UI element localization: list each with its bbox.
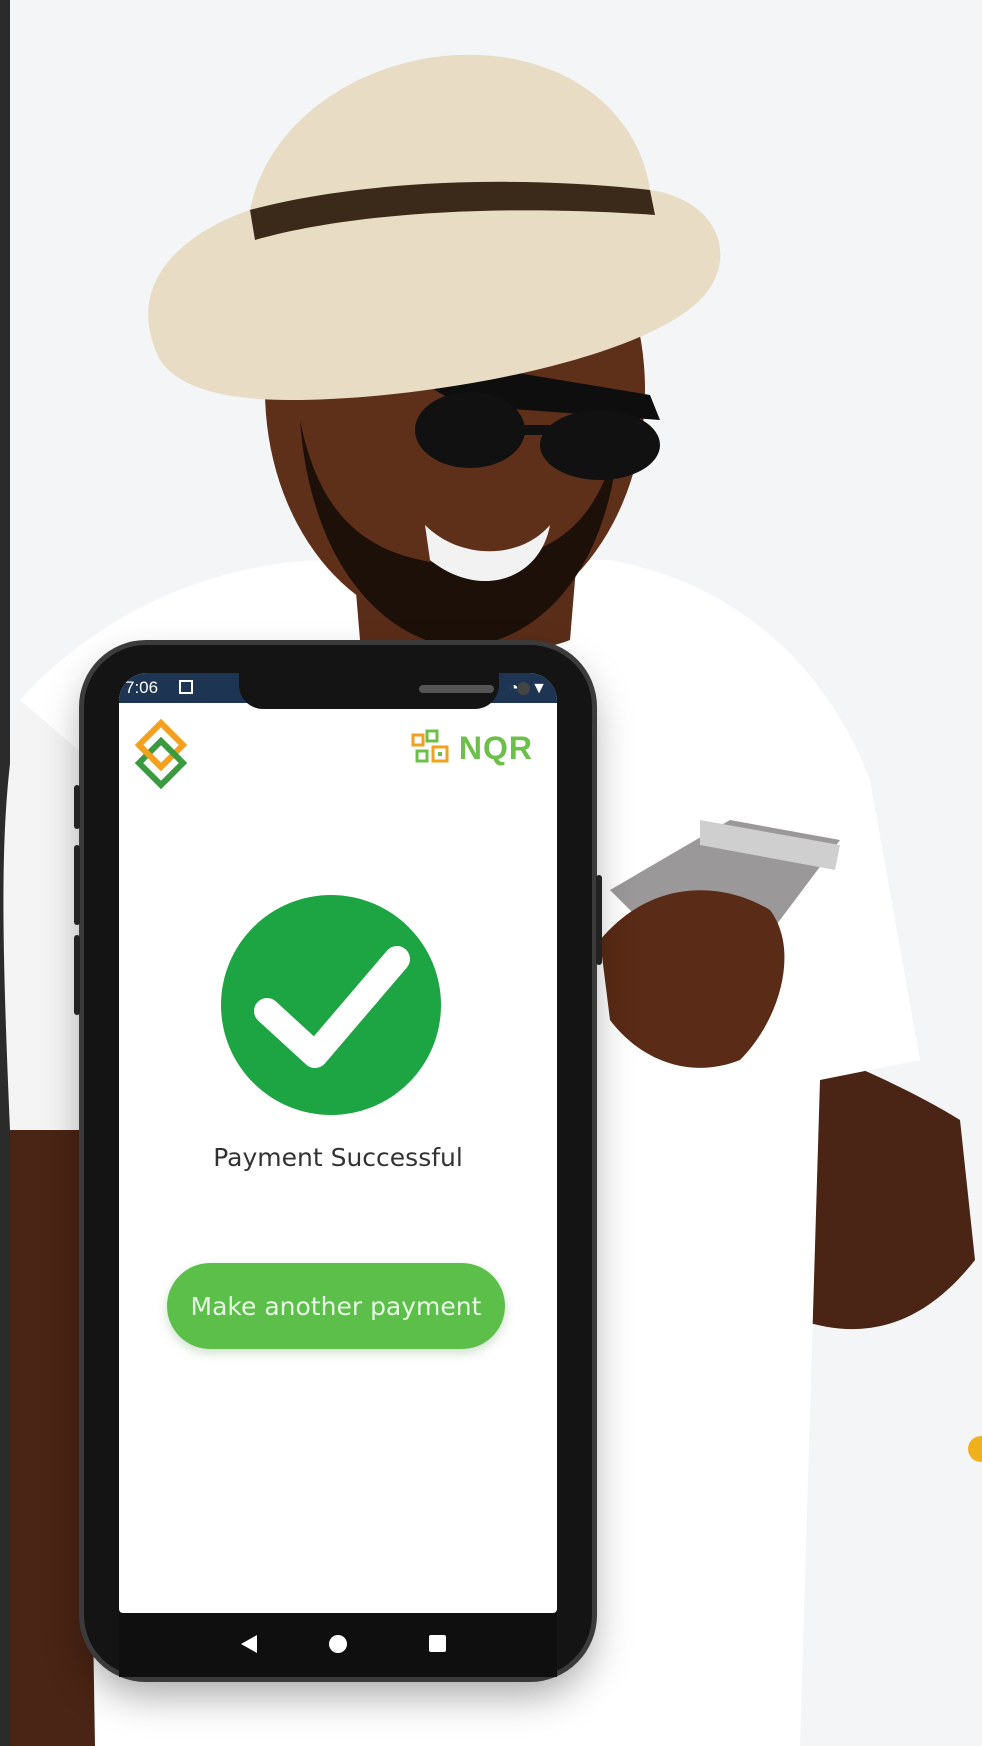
home-circle-icon[interactable] [329, 1635, 347, 1653]
nqr-logo: NQR [411, 728, 533, 768]
back-triangle-icon[interactable] [241, 1635, 257, 1653]
phone-mockup: 7:06 ⏰ ◔ ▼ NQR Payment Successful Make a… [74, 645, 602, 1677]
check-circle-icon [221, 895, 441, 1115]
phone-notch [239, 673, 530, 709]
nqr-qr-icon [411, 729, 449, 763]
status-time: 7:06 [125, 678, 159, 697]
volume-up-button [74, 785, 80, 829]
volume-down-button [74, 845, 80, 925]
phone-screen: 7:06 ⏰ ◔ ▼ NQR Payment Successful Make a… [119, 673, 557, 1613]
android-nav-bar [119, 1613, 557, 1677]
front-camera [517, 682, 530, 695]
interlocking-diamond-logo-icon [134, 719, 188, 789]
speaker-grille [419, 685, 494, 693]
make-another-payment-button[interactable]: Make another payment [167, 1263, 505, 1349]
recents-square-icon[interactable] [429, 1635, 446, 1652]
side-button [74, 935, 80, 1015]
notification-icon [179, 680, 193, 694]
success-message: Payment Successful [213, 1143, 463, 1172]
power-button [596, 875, 602, 965]
nqr-label: NQR [458, 729, 533, 766]
